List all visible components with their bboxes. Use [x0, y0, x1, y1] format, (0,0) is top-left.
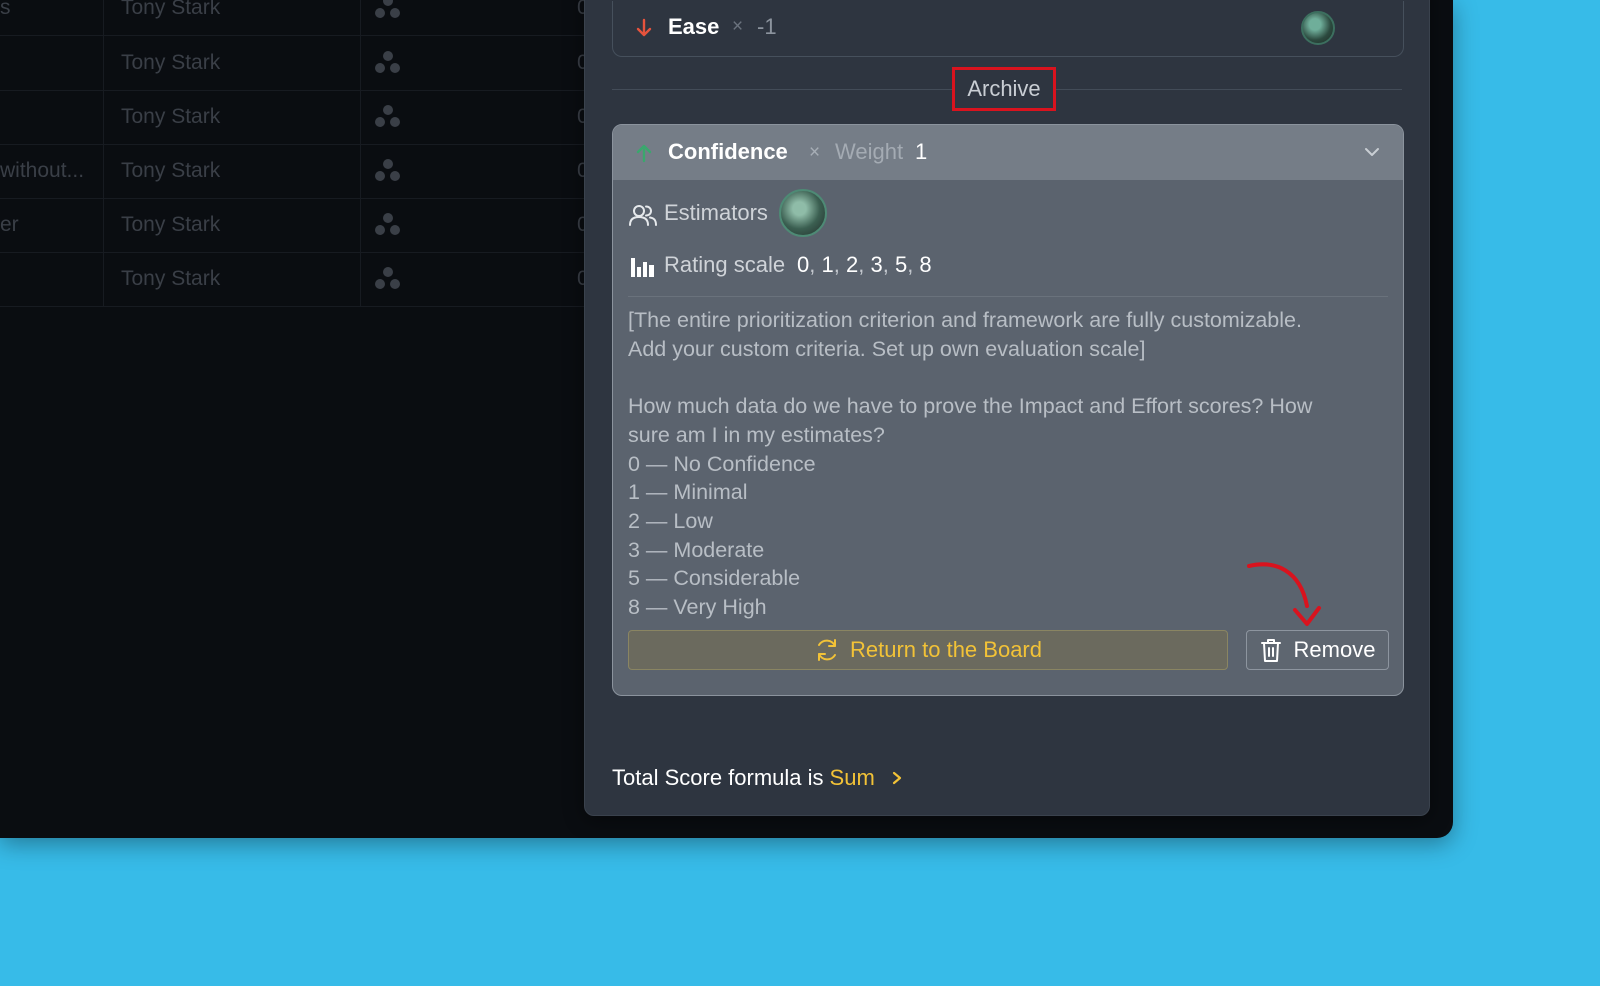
row-title: without... [0, 159, 85, 182]
return-to-board-button[interactable]: Return to the Board [628, 630, 1228, 670]
scale-value: 0 [797, 252, 810, 277]
table-row: Tony Stark 0 [0, 252, 590, 307]
chevron-down-icon[interactable] [1363, 145, 1381, 159]
formula-prefix: Total Score formula is [612, 765, 824, 790]
description-divider [628, 296, 1388, 297]
ease-criterion-card[interactable]: Ease × -1 [612, 1, 1404, 57]
scale-value: 5 [894, 252, 908, 277]
row-owner: Tony Stark [121, 51, 221, 74]
table-row: without... Tony Stark 0 [0, 144, 590, 199]
scale-value: 8 [919, 252, 932, 277]
app-window: s Tony Stark 0 Tony Stark 0 Tony Stark 0… [0, 0, 1453, 838]
criterion-name: Ease [668, 14, 720, 39]
table-row: er Tony Stark 0 [0, 198, 590, 253]
confidence-criterion-card: Confidence × Weight 1 Estimators Rating … [612, 124, 1404, 696]
group-icon [375, 267, 401, 291]
group-icon [375, 105, 401, 129]
return-to-board-label: Return to the Board [849, 637, 1042, 662]
rating-scale-label: Rating scale [664, 252, 786, 277]
prioritization-panel: Ease × -1 Archive Confidence × Weight 1 [584, 0, 1430, 816]
table-row: Tony Stark 0 [0, 90, 590, 145]
group-icon [375, 213, 401, 237]
users-icon [629, 205, 657, 226]
refresh-icon [817, 639, 836, 661]
criterion-weight: -1 [757, 14, 777, 39]
row-owner: Tony Stark [121, 0, 221, 19]
group-icon [375, 159, 401, 183]
criterion-header[interactable]: Confidence × Weight 1 [613, 125, 1403, 180]
times-sign: × [732, 16, 744, 37]
table-row: s Tony Stark 0 [0, 0, 590, 36]
group-icon [375, 0, 401, 20]
row-owner: Tony Stark [121, 267, 221, 290]
total-score-formula: Total Score formula is Sum [612, 765, 903, 791]
scale-value: 1 [821, 252, 834, 277]
archive-label-text: Archive [967, 76, 1041, 101]
group-icon [375, 51, 401, 75]
arrow-down-icon [636, 18, 652, 37]
times-sign: × [809, 142, 821, 163]
chevron-right-icon[interactable] [891, 770, 903, 786]
weight-label: Weight [835, 139, 904, 164]
bar-chart-icon [631, 258, 654, 277]
estimators-label: Estimators [664, 200, 768, 225]
archive-section-label: Archive [952, 67, 1056, 111]
remove-label: Remove [1293, 637, 1376, 662]
row-title: er [0, 213, 19, 236]
row-owner: Tony Stark [121, 105, 221, 128]
remove-button[interactable]: Remove [1246, 630, 1389, 670]
avatar [1301, 11, 1335, 45]
row-title: s [0, 0, 11, 19]
trash-icon [1260, 639, 1281, 662]
rating-scale-values: 0, 1, 2, 3, 5, 8 [797, 252, 932, 277]
scale-value: 2 [845, 252, 859, 277]
row-owner: Tony Stark [121, 213, 221, 236]
row-owner: Tony Stark [121, 159, 221, 182]
criterion-description: [The entire prioritization criterion and… [628, 308, 1313, 620]
scale-value: 3 [870, 252, 883, 277]
arrow-up-icon [636, 144, 652, 163]
formula-value-link[interactable]: Sum [830, 765, 875, 791]
table-row: Tony Stark 0 [0, 36, 590, 91]
avatar[interactable] [779, 189, 827, 237]
weight-value: 1 [915, 139, 928, 164]
criterion-name: Confidence [668, 139, 788, 164]
